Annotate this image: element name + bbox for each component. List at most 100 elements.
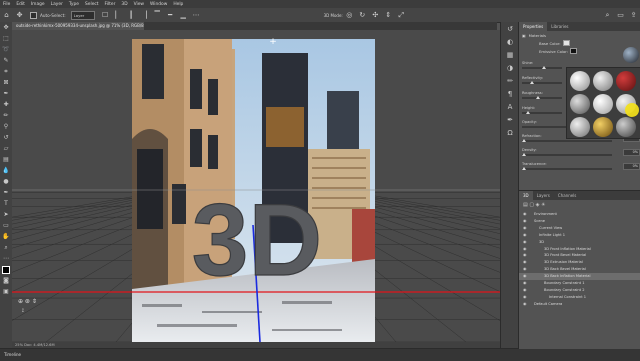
screen-mode-icon[interactable]: ▣ — [0, 286, 12, 297]
healing-brush-tool-icon[interactable]: ✚ — [0, 99, 12, 110]
align-center-icon[interactable]: ┃ — [127, 11, 136, 20]
history-icon[interactable]: ↺ — [501, 22, 519, 35]
3d-axis-widget-icon[interactable]: ⊕ ⊛ ⇕ — [18, 298, 37, 305]
emissive-color-swatch[interactable] — [570, 48, 578, 54]
slider-knob[interactable] — [536, 95, 540, 99]
visibility-eye-icon[interactable]: ◉ — [523, 294, 527, 301]
layer-row[interactable]: ◉ Default Camera — [519, 301, 640, 308]
layer-row[interactable]: ◉ Environment — [519, 211, 640, 218]
slider-knob[interactable] — [522, 138, 526, 142]
3d-filter-icons[interactable]: ▤ ▢ ◈ ☀ — [523, 202, 546, 208]
material-swatch-5[interactable] — [593, 94, 613, 114]
layer-row[interactable]: ◉ Boundary Constraint 1 — [519, 280, 640, 287]
property-slider-5[interactable] — [522, 138, 612, 142]
orbit-icon[interactable]: ◎ — [345, 11, 354, 20]
visibility-eye-icon[interactable]: ◉ — [523, 246, 527, 253]
pan-icon[interactable]: ✣ — [371, 11, 380, 20]
eyedropper-tool-icon[interactable]: ✒ — [0, 88, 12, 99]
menu-item-filter[interactable]: Filter — [102, 2, 119, 7]
search-icon[interactable]: ⌕ — [603, 11, 612, 20]
layer-row[interactable]: ◉ 3D Back Bevel Material — [519, 266, 640, 273]
layer-row[interactable]: ◉ 3D — [519, 239, 640, 246]
dodge-tool-icon[interactable]: ● — [0, 176, 12, 187]
home-icon[interactable]: ⌂ — [2, 11, 11, 20]
timeline-panel[interactable]: Timeline — [0, 348, 640, 361]
menu-item-edit[interactable]: Edit — [13, 2, 28, 7]
move-tool-icon[interactable]: ✥ — [15, 11, 24, 20]
shape-tool-icon[interactable]: ▭ — [0, 220, 12, 231]
type-tool-icon[interactable]: T — [0, 198, 12, 209]
slider-knob[interactable] — [522, 166, 526, 170]
path-select-tool-icon[interactable]: ➤ — [0, 209, 12, 220]
tab-libraries[interactable]: Libraries — [547, 22, 572, 31]
menu-item-view[interactable]: View — [131, 2, 147, 7]
tab-properties[interactable]: Properties — [519, 22, 548, 31]
auto-select-dropdown[interactable]: Layer — [70, 10, 95, 20]
quick-select-tool-icon[interactable]: ✎ — [0, 55, 12, 66]
eraser-tool-icon[interactable]: ▱ — [0, 143, 12, 154]
visibility-eye-icon[interactable]: ◉ — [523, 252, 527, 259]
canvas-area[interactable]: 3D + ⊕ ⊛ ⇕ ⟟ — [12, 30, 500, 342]
visibility-eye-icon[interactable]: ◉ — [523, 259, 527, 266]
share-icon[interactable]: ⇪ — [629, 11, 638, 20]
color-swatches-icon[interactable] — [0, 264, 12, 275]
slider-knob[interactable] — [526, 110, 530, 114]
workspace-icon[interactable]: ▭ — [616, 11, 625, 20]
tab-channels[interactable]: Channels — [554, 191, 581, 200]
visibility-eye-icon[interactable]: ◉ — [523, 232, 527, 239]
menu-item-type[interactable]: Type — [66, 2, 82, 7]
slider-knob[interactable] — [530, 80, 534, 84]
layer-row[interactable]: ◉ 3D Back Inflation Material — [519, 273, 640, 280]
material-swatch-3[interactable] — [616, 71, 636, 91]
3d-camera-widget-icon[interactable]: ⟟ — [22, 308, 24, 314]
adjustments-icon[interactable]: ◑ — [501, 61, 519, 74]
move-tool-icon[interactable]: ✥ — [0, 22, 12, 33]
frame-tool-icon[interactable]: ⊠ — [0, 77, 12, 88]
glyphs-icon[interactable]: Ω — [501, 126, 519, 139]
material-swatch-7[interactable] — [570, 117, 590, 137]
swatches-icon[interactable]: ▦ — [501, 48, 519, 61]
lasso-tool-icon[interactable]: ➰ — [0, 44, 12, 55]
material-swatch-2[interactable] — [593, 71, 613, 91]
crop-tool-icon[interactable]: ⌗ — [0, 66, 12, 77]
material-swatch-4[interactable] — [570, 94, 590, 114]
slider-value-field[interactable]: 0% — [623, 163, 640, 170]
show-transform-icon[interactable]: ☐ — [101, 11, 110, 20]
menu-item-3d[interactable]: 3D — [118, 2, 130, 7]
material-swatch-8[interactable] — [593, 117, 613, 137]
quick-mask-icon[interactable]: ◙ — [0, 275, 12, 286]
history-brush-tool-icon[interactable]: ↺ — [0, 132, 12, 143]
menu-item-window[interactable]: Window — [147, 2, 170, 7]
hand-tool-icon[interactable]: ✋ — [0, 231, 12, 242]
base-color-swatch[interactable] — [562, 40, 570, 46]
menu-item-select[interactable]: Select — [82, 2, 102, 7]
visibility-eye-icon[interactable]: ◉ — [523, 273, 527, 280]
layer-row[interactable]: ◉ 3D Front Inflation Material — [519, 246, 640, 253]
material-swatch-1[interactable] — [570, 71, 590, 91]
align-right-icon[interactable]: ▕ — [140, 11, 149, 20]
align-middle-icon[interactable]: ━ — [166, 11, 175, 20]
visibility-eye-icon[interactable]: ◉ — [523, 280, 527, 287]
tab-3d[interactable]: 3D — [519, 191, 533, 200]
visibility-eye-icon[interactable]: ◉ — [523, 225, 527, 232]
property-slider-0[interactable] — [522, 65, 562, 69]
brush-tool-icon[interactable]: ✏ — [0, 110, 12, 121]
color-icon[interactable]: ◐ — [501, 35, 519, 48]
paragraph-icon[interactable]: ¶ — [501, 87, 519, 100]
marquee-tool-icon[interactable]: ⬚ — [0, 33, 12, 44]
auto-select-checkbox[interactable] — [30, 11, 37, 19]
3d-text-object[interactable]: 3D — [191, 182, 323, 297]
layer-row[interactable]: ◉ 3D Extrusion Material — [519, 259, 640, 266]
blur-tool-icon[interactable]: 💧 — [0, 165, 12, 176]
tab-layers[interactable]: Layers — [533, 191, 554, 200]
layer-row[interactable]: ◉ Current View — [519, 225, 640, 232]
menu-item-layer[interactable]: Layer — [48, 2, 66, 7]
slide-icon[interactable]: ⇕ — [384, 11, 393, 20]
property-slider-1[interactable] — [522, 80, 562, 84]
scale-icon[interactable]: ⤢ — [397, 11, 406, 20]
visibility-eye-icon[interactable]: ◉ — [523, 218, 527, 225]
layer-row[interactable]: ◉ Internal Constraint 1 — [519, 294, 640, 301]
document-tab[interactable]: outside-rethinkimx-500959334-unsplash.jp… — [12, 22, 144, 30]
visibility-eye-icon[interactable]: ◉ — [523, 301, 527, 308]
slider-knob[interactable] — [522, 152, 526, 156]
